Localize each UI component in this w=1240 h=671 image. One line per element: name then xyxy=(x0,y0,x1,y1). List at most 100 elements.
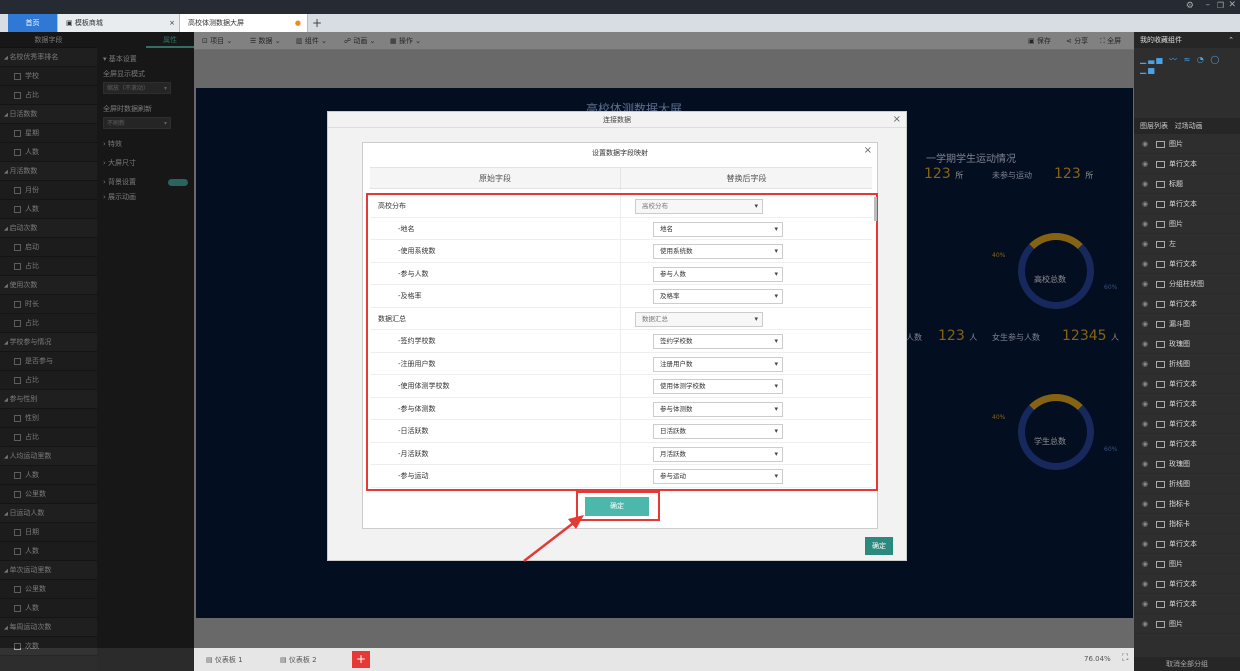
visibility-icon[interactable]: ◉ xyxy=(1142,374,1152,394)
layer-item[interactable]: ◉ 图片 xyxy=(1134,554,1240,574)
layer-item[interactable]: ◉ 左 xyxy=(1134,234,1240,254)
visibility-icon[interactable]: ◉ xyxy=(1142,594,1152,614)
layer-item[interactable]: ◉ 图片 xyxy=(1134,614,1240,634)
replacement-field-select[interactable]: 及格率 xyxy=(653,289,783,304)
unsaved-dot-icon: ● xyxy=(294,19,301,27)
favorites-header[interactable]: 我的收藏组件 ⌃ xyxy=(1134,32,1240,48)
close-icon[interactable]: × xyxy=(864,145,872,156)
bar-chart-icon[interactable]: ▁▃▅ xyxy=(1140,55,1164,64)
layer-type-icon xyxy=(1156,320,1165,328)
replacement-field-select[interactable]: 月活跃数 xyxy=(653,446,783,462)
layer-item[interactable]: ◉ 分组柱状图 xyxy=(1134,274,1240,294)
replacement-field-select[interactable]: 高校分布 xyxy=(635,199,763,214)
visibility-icon[interactable]: ◉ xyxy=(1142,574,1152,594)
connect-ok-button[interactable]: 确定 xyxy=(865,537,893,555)
layer-item[interactable]: ◉ 图片 xyxy=(1134,134,1240,154)
area-chart-icon[interactable]: ≈ xyxy=(1184,55,1193,64)
layer-item[interactable]: ◉ 玫瑰图 xyxy=(1134,454,1240,474)
layer-label: 单行文本 xyxy=(1169,600,1197,608)
layer-item[interactable]: ◉ 折线图 xyxy=(1134,474,1240,494)
favorite-components[interactable]: ▁▃▅ 〰 ≈ ◔ ◯ ▁▅ xyxy=(1134,48,1240,118)
layer-item[interactable]: ◉ 单行文本 xyxy=(1134,574,1240,594)
layer-item[interactable]: ◉ 折线图 xyxy=(1134,354,1240,374)
visibility-icon[interactable]: ◉ xyxy=(1142,434,1152,454)
replacement-field-select[interactable]: 参与体测数 xyxy=(653,401,783,417)
visibility-icon[interactable]: ◉ xyxy=(1142,394,1152,414)
visibility-icon[interactable]: ◉ xyxy=(1142,154,1152,174)
visibility-icon[interactable]: ◉ xyxy=(1142,614,1152,634)
layer-item[interactable]: ◉ 单行文本 xyxy=(1134,594,1240,614)
visibility-icon[interactable]: ◉ xyxy=(1142,534,1152,554)
layer-item[interactable]: ◉ 单行文本 xyxy=(1134,534,1240,554)
confirm-button[interactable]: 确定 xyxy=(585,497,649,516)
visibility-icon[interactable]: ◉ xyxy=(1142,474,1152,494)
maximize-icon[interactable]: ❐ xyxy=(1217,1,1224,10)
scrollbar-thumb[interactable] xyxy=(874,197,877,221)
layer-item[interactable]: ◉ 指标卡 xyxy=(1134,494,1240,514)
layer-item[interactable]: ◉ 标题 xyxy=(1134,174,1240,194)
replacement-field-select[interactable]: 使用系统数 xyxy=(653,244,783,259)
settings-icon[interactable]: ⚙ xyxy=(1186,1,1194,11)
visibility-icon[interactable]: ◉ xyxy=(1142,334,1152,354)
tab-transitions[interactable]: 过场动画 xyxy=(1175,122,1203,130)
visibility-icon[interactable]: ◉ xyxy=(1142,254,1152,274)
visibility-icon[interactable]: ◉ xyxy=(1142,214,1152,234)
sheet-tab-1[interactable]: ▤ 仪表板 1 xyxy=(206,655,243,665)
close-icon[interactable]: × xyxy=(893,114,901,125)
visibility-icon[interactable]: ◉ xyxy=(1142,354,1152,374)
replacement-field-select[interactable]: 参与人数 xyxy=(653,266,783,282)
layer-item[interactable]: ◉ 玫瑰图 xyxy=(1134,334,1240,354)
replacement-field-select[interactable]: 参与运动 xyxy=(653,469,783,484)
sheet-tab-2[interactable]: ▤ 仪表板 2 xyxy=(280,655,317,665)
line-chart-icon[interactable]: 〰 xyxy=(1169,55,1179,64)
original-field-label: -使用系统数 xyxy=(398,247,436,255)
layer-item[interactable]: ◉ 单行文本 xyxy=(1134,434,1240,454)
replacement-field-select[interactable]: 日活跃数 xyxy=(653,424,783,439)
replacement-field-select[interactable]: 签约学校数 xyxy=(653,334,783,349)
add-sheet-button[interactable]: + xyxy=(352,651,370,668)
layer-item[interactable]: ◉ 指标卡 xyxy=(1134,514,1240,534)
zoom-level: 76.04% xyxy=(1084,655,1111,663)
tab-home[interactable]: 首页 xyxy=(8,14,58,32)
ring-chart-icon[interactable]: ◯ xyxy=(1210,55,1221,64)
replacement-field-select[interactable]: 使用体测学校数 xyxy=(653,379,783,394)
close-window-icon[interactable]: ✕ xyxy=(1228,0,1236,10)
visibility-icon[interactable]: ◉ xyxy=(1142,274,1152,294)
status-bar: ▤ 仪表板 1 ▤ 仪表板 2 + 76.04% ⛶ xyxy=(194,648,1140,671)
visibility-icon[interactable]: ◉ xyxy=(1142,414,1152,434)
tab-template-store[interactable]: ▣ 模板商城 × xyxy=(58,14,180,32)
visibility-icon[interactable]: ◉ xyxy=(1142,234,1152,254)
pie-chart-icon[interactable]: ◔ xyxy=(1197,55,1206,64)
layer-item[interactable]: ◉ 单行文本 xyxy=(1134,414,1240,434)
ungroup-all-button[interactable]: 取消全部分组 xyxy=(1134,657,1240,671)
visibility-icon[interactable]: ◉ xyxy=(1142,314,1152,334)
minimize-icon[interactable]: – xyxy=(1206,0,1211,10)
collapse-icon[interactable]: ⌃ xyxy=(1228,32,1234,48)
visibility-icon[interactable]: ◉ xyxy=(1142,514,1152,534)
layer-item[interactable]: ◉ 漏斗图 xyxy=(1134,314,1240,334)
close-icon[interactable]: × xyxy=(169,14,175,32)
new-tab-icon[interactable]: + xyxy=(312,14,322,32)
visibility-icon[interactable]: ◉ xyxy=(1142,194,1152,214)
layer-item[interactable]: ◉ 单行文本 xyxy=(1134,194,1240,214)
replacement-field-select[interactable]: 注册用户数 xyxy=(653,356,783,372)
column-chart-icon[interactable]: ▁▅ xyxy=(1140,65,1156,74)
layer-item[interactable]: ◉ 图片 xyxy=(1134,214,1240,234)
layer-item[interactable]: ◉ 单行文本 xyxy=(1134,294,1240,314)
layer-item[interactable]: ◉ 单行文本 xyxy=(1134,154,1240,174)
visibility-icon[interactable]: ◉ xyxy=(1142,174,1152,194)
replacement-field-select[interactable]: 地名 xyxy=(653,221,783,237)
tab-current[interactable]: 高校体测数据大屏 ● xyxy=(180,14,308,32)
mapping-row: -月活跃数 月活跃数 xyxy=(370,442,872,465)
layer-item[interactable]: ◉ 单行文本 xyxy=(1134,394,1240,414)
layer-item[interactable]: ◉ 单行文本 xyxy=(1134,374,1240,394)
visibility-icon[interactable]: ◉ xyxy=(1142,454,1152,474)
fit-screen-icon[interactable]: ⛶ xyxy=(1122,653,1128,663)
replacement-field-select[interactable]: 数据汇总 xyxy=(635,311,763,327)
visibility-icon[interactable]: ◉ xyxy=(1142,554,1152,574)
visibility-icon[interactable]: ◉ xyxy=(1142,134,1152,154)
layer-item[interactable]: ◉ 单行文本 xyxy=(1134,254,1240,274)
tab-layers[interactable]: 图层列表 xyxy=(1140,122,1168,130)
visibility-icon[interactable]: ◉ xyxy=(1142,494,1152,514)
visibility-icon[interactable]: ◉ xyxy=(1142,294,1152,314)
